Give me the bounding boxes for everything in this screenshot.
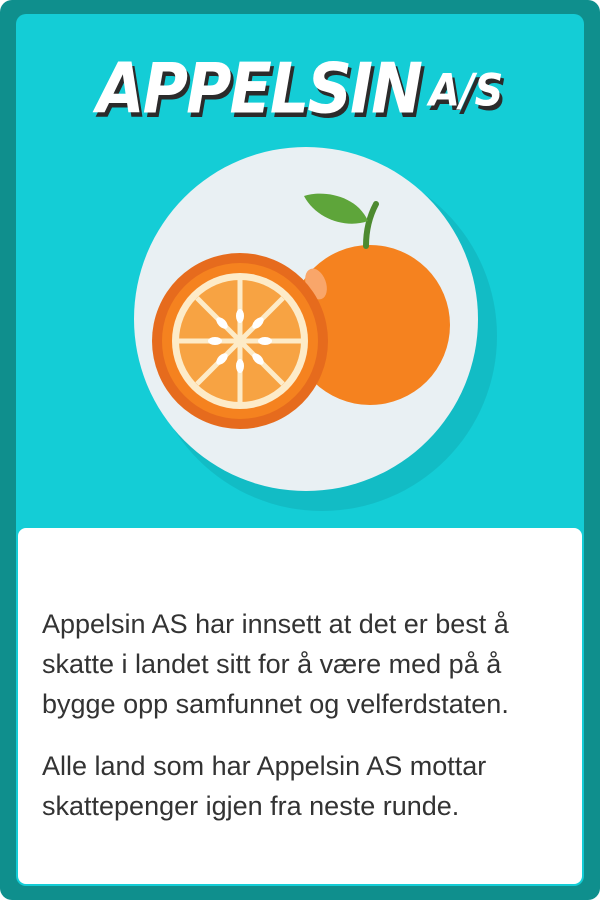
description-paragraph: Appelsin AS har innsett at det er best å… xyxy=(42,609,509,719)
description-paragraph: Alle land som har Appelsin AS mottar ska… xyxy=(42,751,487,821)
card-face: APPELSIN A/S Appelsin AS har innsett at … xyxy=(16,14,584,886)
orange-illustration xyxy=(134,147,497,511)
description-panel: Appelsin AS har innsett at det er best å… xyxy=(18,528,582,884)
orange-slice-icon xyxy=(152,253,328,429)
game-card: APPELSIN A/S Appelsin AS har innsett at … xyxy=(0,0,600,900)
